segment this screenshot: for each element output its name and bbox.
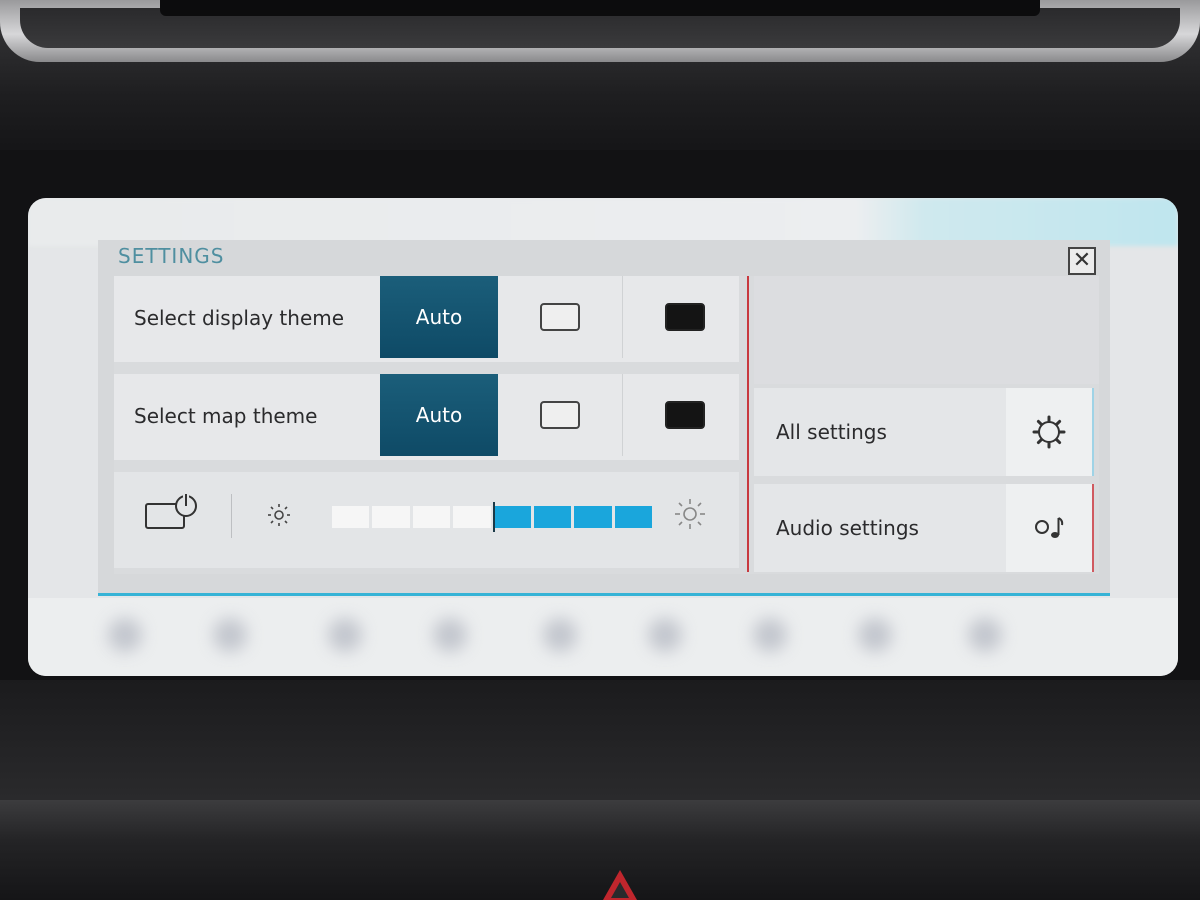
divider — [622, 276, 623, 358]
map-theme-dark-option[interactable] — [626, 374, 744, 456]
side-blank-area — [754, 276, 1099, 384]
close-button[interactable]: ✕ — [1068, 247, 1096, 275]
dark-theme-icon — [665, 401, 705, 429]
all-settings-button[interactable] — [1006, 388, 1094, 476]
dashboard-lower-trim — [0, 800, 1200, 900]
map-theme-auto-option[interactable]: Auto — [380, 374, 498, 456]
gear-icon — [1032, 415, 1066, 449]
settings-dialog: SETTINGS ✕ Select display theme Auto Sel… — [98, 240, 1110, 596]
light-theme-icon — [540, 401, 580, 429]
map-theme-light-option[interactable] — [501, 374, 619, 456]
display-theme-dark-option[interactable] — [626, 276, 744, 358]
brightness-segment[interactable] — [533, 506, 572, 528]
air-vent-slot — [160, 0, 1040, 16]
map-theme-label: Select map theme — [134, 404, 318, 428]
map-theme-auto-label: Auto — [415, 403, 463, 427]
display-theme-auto-label: Auto — [415, 305, 463, 329]
music-note-icon — [1035, 517, 1064, 538]
brightness-row — [114, 472, 739, 568]
blurred-icon — [108, 618, 142, 652]
audio-settings-button[interactable] — [1006, 484, 1094, 572]
screen-power-icon[interactable] — [144, 492, 200, 532]
audio-settings-item[interactable]: Audio settings — [754, 484, 1094, 572]
brightness-segment[interactable] — [453, 506, 491, 528]
panel-divider — [747, 276, 749, 572]
divider — [231, 494, 232, 538]
blurred-icon — [433, 618, 467, 652]
brightness-segment[interactable] — [372, 506, 410, 528]
brightness-slider[interactable] — [332, 506, 652, 528]
blurred-icon — [648, 618, 682, 652]
brightness-segment[interactable] — [614, 506, 652, 528]
sun-large-icon — [675, 499, 705, 529]
dark-theme-icon — [665, 303, 705, 331]
display-theme-auto-option[interactable]: Auto — [380, 276, 498, 358]
blurred-icon — [858, 618, 892, 652]
all-settings-label: All settings — [776, 420, 887, 444]
brightness-segment[interactable] — [412, 506, 451, 528]
blurred-icon — [328, 618, 362, 652]
bezel-lower — [0, 680, 1200, 800]
settings-panel: Select display theme Auto Select map the… — [114, 276, 1099, 574]
blurred-icon — [968, 618, 1002, 652]
hazard-button-inner — [611, 882, 629, 898]
sun-small-icon — [268, 504, 290, 526]
brightness-segment[interactable] — [574, 506, 612, 528]
all-settings-item[interactable]: All settings — [754, 388, 1094, 476]
divider — [622, 374, 623, 456]
audio-settings-label: Audio settings — [776, 516, 919, 540]
brightness-segment[interactable] — [493, 506, 531, 528]
blurred-icon — [543, 618, 577, 652]
light-theme-icon — [540, 303, 580, 331]
blurred-status-bar — [28, 198, 1178, 246]
brightness-slider-handle[interactable] — [493, 502, 495, 532]
dialog-title: SETTINGS — [118, 244, 225, 268]
close-icon: ✕ — [1072, 248, 1092, 273]
infotainment-screen: SETTINGS ✕ Select display theme Auto Sel… — [28, 198, 1178, 676]
blurred-icon — [213, 618, 247, 652]
display-theme-label: Select display theme — [134, 306, 345, 330]
map-theme-row: Select map theme Auto — [114, 374, 739, 460]
display-theme-light-option[interactable] — [501, 276, 619, 358]
blurred-bottom-bar — [28, 598, 1178, 676]
blurred-icon — [753, 618, 787, 652]
brightness-segment[interactable] — [332, 506, 370, 528]
display-theme-row: Select display theme Auto — [114, 276, 739, 362]
